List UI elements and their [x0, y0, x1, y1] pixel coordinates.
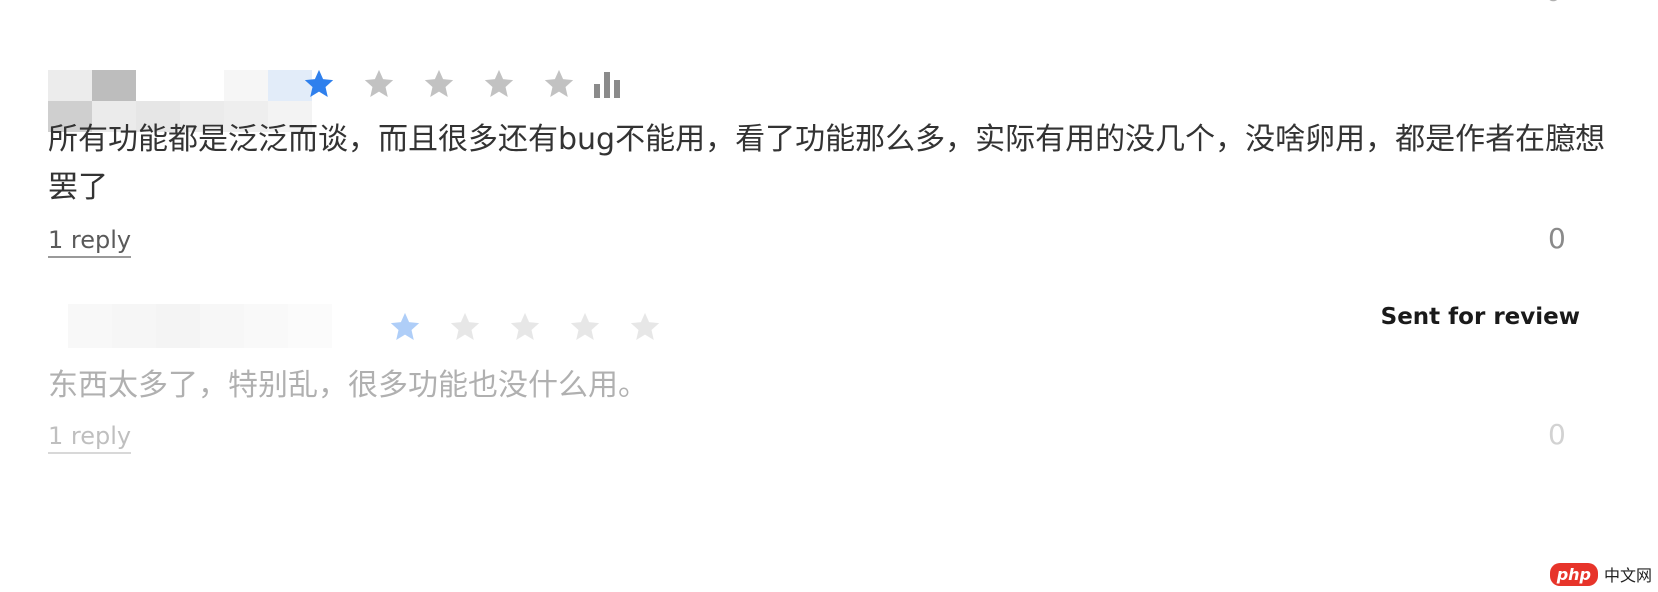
review-count-2: 0 [1548, 418, 1566, 451]
watermark-logo: php [1549, 562, 1598, 586]
avatar [68, 304, 376, 348]
star-filled-icon [390, 312, 420, 341]
review-text-2: 东西太多了，特别乱，很多功能也没什么用。 [48, 368, 648, 403]
watermark: php 中文网 [1549, 562, 1652, 586]
previous-review-count: 0 [1545, 0, 1562, 8]
star-rating-1 [302, 67, 576, 101]
star-filled-icon [304, 69, 334, 98]
star-empty-icon [570, 312, 600, 341]
star-empty-icon [484, 69, 514, 98]
star-empty-icon [510, 312, 540, 341]
star-empty-icon [630, 312, 660, 341]
star-empty-icon [364, 69, 394, 98]
reply-link-2[interactable]: 1 reply [48, 422, 132, 454]
bar-chart-icon[interactable] [594, 72, 620, 98]
star-empty-icon [424, 69, 454, 98]
sent-for-review-status: Sent for review [1380, 304, 1580, 330]
star-empty-icon [544, 69, 574, 98]
reply-link-1[interactable]: 1 reply [48, 226, 132, 258]
review-text-1: 所有功能都是泛泛而谈，而且很多还有bug不能用，看了功能那么多，实际有用的没几个… [48, 122, 1606, 205]
review-count-1: 0 [1548, 222, 1566, 255]
star-empty-icon [450, 312, 480, 341]
watermark-text: 中文网 [1603, 566, 1652, 585]
star-rating-2 [388, 310, 662, 344]
